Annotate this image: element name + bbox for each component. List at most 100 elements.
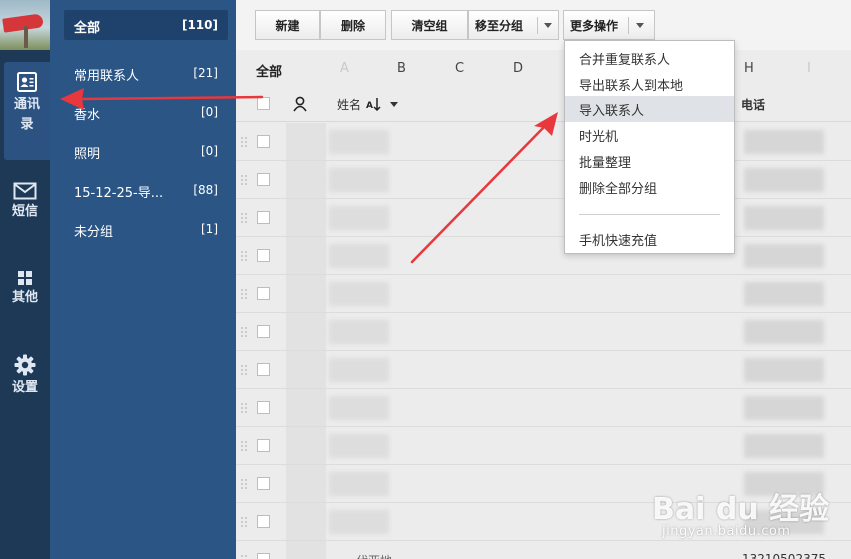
letter-c[interactable]: C <box>455 61 464 76</box>
row-checkbox[interactable] <box>257 477 270 490</box>
button-divider <box>537 17 538 34</box>
letter-all[interactable]: 全部 <box>256 61 282 80</box>
drag-handle-icon[interactable] <box>240 402 248 413</box>
table-row[interactable] <box>236 427 851 465</box>
drag-handle-icon[interactable] <box>240 554 248 559</box>
group-item-ungrouped[interactable]: 未分组 [1] <box>64 214 228 244</box>
menu-item-batch-organize[interactable]: 批量整理 <box>565 148 734 174</box>
group-item-perfume[interactable]: 香水 [0] <box>64 97 228 127</box>
group-item-import[interactable]: 15-12-25-导... [88] <box>64 175 228 205</box>
menu-item-merge-duplicates[interactable]: 合并重复联系人 <box>565 45 734 71</box>
letter-d[interactable]: D <box>513 61 523 76</box>
contact-avatar <box>286 199 326 236</box>
row-checkbox[interactable] <box>257 325 270 338</box>
more-actions-label: 更多操作 <box>570 18 619 33</box>
chevron-down-icon[interactable] <box>636 23 644 28</box>
contact-name-blurred[interactable] <box>329 168 389 192</box>
contact-name-blurred[interactable] <box>329 358 389 382</box>
contact-avatar <box>286 503 326 540</box>
rail-label-sms: 短信 <box>11 204 38 219</box>
menu-item-label: 批量整理 <box>579 156 632 171</box>
menu-item-export[interactable]: 导出联系人到本地 <box>565 71 734 97</box>
drag-handle-icon[interactable] <box>240 478 248 489</box>
drag-handle-icon[interactable] <box>240 136 248 147</box>
sort-icon[interactable]: A . <box>366 97 398 111</box>
user-avatar[interactable] <box>0 0 50 50</box>
select-all-checkbox[interactable] <box>257 97 270 110</box>
rail-item-other[interactable]: 其他 <box>0 270 50 320</box>
row-checkbox[interactable] <box>257 173 270 186</box>
table-row[interactable] <box>236 123 851 161</box>
group-item-all[interactable]: 全部 [110] <box>64 10 228 40</box>
table-row[interactable] <box>236 313 851 351</box>
contact-name-blurred[interactable] <box>329 510 389 534</box>
rail-item-contacts[interactable]: 通讯录 <box>4 62 50 160</box>
group-item-lighting[interactable]: 照明 [0] <box>64 136 228 166</box>
row-checkbox[interactable] <box>257 515 270 528</box>
new-button[interactable]: 新建 <box>255 10 320 40</box>
contact-phone-blurred <box>744 244 824 268</box>
toolbar: 新建 删除 清空组 移至分组 更多操作 <box>236 0 851 50</box>
drag-handle-icon[interactable] <box>240 364 248 375</box>
group-item-frequent[interactable]: 常用联系人 [21] <box>64 58 228 88</box>
contact-name-blurred[interactable] <box>329 244 389 268</box>
delete-button[interactable]: 删除 <box>320 10 386 40</box>
chevron-down-icon[interactable] <box>544 23 552 28</box>
table-row[interactable] <box>236 199 851 237</box>
group-count: [21] <box>193 66 218 80</box>
rail-label-other: 其他 <box>11 290 38 305</box>
contact-name-blurred[interactable] <box>329 472 389 496</box>
flag-pole <box>24 26 28 48</box>
table-row[interactable] <box>236 389 851 427</box>
drag-handle-icon[interactable] <box>240 250 248 261</box>
drag-handle-icon[interactable] <box>240 212 248 223</box>
table-row[interactable] <box>236 351 851 389</box>
row-checkbox[interactable] <box>257 135 270 148</box>
contact-phone-blurred <box>744 396 824 420</box>
contacts-icon <box>17 72 37 92</box>
row-checkbox[interactable] <box>257 211 270 224</box>
menu-item-time-machine[interactable]: 时光机 <box>565 122 734 148</box>
drag-handle-icon[interactable] <box>240 326 248 337</box>
group-name: 全部 <box>74 21 101 36</box>
contact-name-blurred[interactable] <box>329 396 389 420</box>
letter-index: 全部 A B C D H I <box>236 50 851 86</box>
row-checkbox[interactable] <box>257 249 270 262</box>
menu-item-import[interactable]: 导入联系人 <box>565 96 734 122</box>
letter-b[interactable]: B <box>397 61 406 76</box>
menu-item-delete-all-groups[interactable]: 删除全部分组 <box>565 174 734 200</box>
table-row[interactable] <box>236 237 851 275</box>
column-phone-header[interactable]: 电话 <box>741 96 765 113</box>
row-checkbox[interactable] <box>257 439 270 452</box>
drag-handle-icon[interactable] <box>240 174 248 185</box>
drag-handle-icon[interactable] <box>240 440 248 451</box>
contact-name[interactable]: 代亚地 <box>356 552 392 559</box>
table-row[interactable] <box>236 161 851 199</box>
letter-h[interactable]: H <box>744 61 754 76</box>
row-checkbox[interactable] <box>257 287 270 300</box>
row-checkbox[interactable] <box>257 553 270 559</box>
clear-group-button[interactable]: 清空组 <box>391 10 468 40</box>
watermark-url: jingyan.baidu.com <box>662 524 791 539</box>
rail-item-settings[interactable]: 设置 <box>0 354 50 404</box>
contact-name-blurred[interactable] <box>329 282 389 306</box>
column-name-header[interactable]: 姓名 <box>337 96 361 113</box>
drag-handle-icon[interactable] <box>240 516 248 527</box>
contact-name-blurred[interactable] <box>329 130 389 154</box>
table-row[interactable] <box>236 275 851 313</box>
group-name: 香水 <box>74 108 101 123</box>
row-checkbox[interactable] <box>257 363 270 376</box>
contact-name-blurred[interactable] <box>329 320 389 344</box>
letter-a[interactable]: A <box>340 61 349 76</box>
more-actions-button[interactable]: 更多操作 <box>563 10 655 40</box>
contact-name-blurred[interactable] <box>329 206 389 230</box>
drag-handle-icon[interactable] <box>240 288 248 299</box>
menu-item-recharge[interactable]: 手机快速充值 <box>565 226 734 252</box>
rail-label-contacts: 通讯录 <box>13 97 40 132</box>
rail-item-sms[interactable]: 短信 <box>0 182 50 232</box>
new-button-label: 新建 <box>275 18 300 33</box>
letter-i[interactable]: I <box>807 61 811 76</box>
contact-name-blurred[interactable] <box>329 434 389 458</box>
move-to-group-button[interactable]: 移至分组 <box>468 10 559 40</box>
row-checkbox[interactable] <box>257 401 270 414</box>
